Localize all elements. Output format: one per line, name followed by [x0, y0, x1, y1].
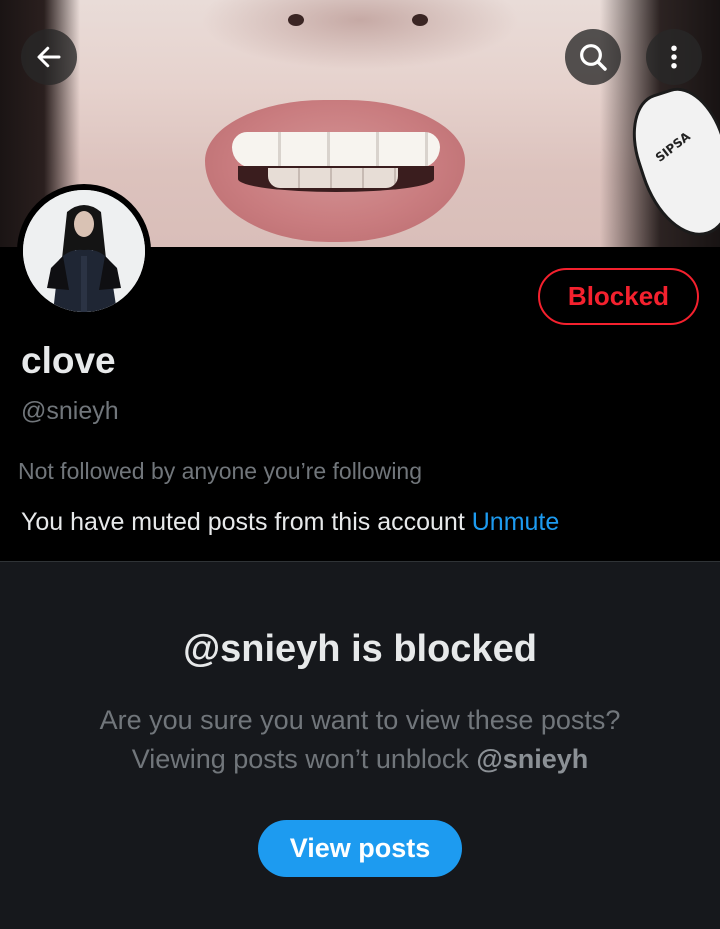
display-name: clove: [21, 340, 116, 381]
search-button[interactable]: [565, 29, 621, 85]
blocked-description-text: Viewing posts won’t unblock: [131, 744, 477, 774]
banner-upper-teeth: [232, 132, 440, 168]
followers-you-know-note: Not followed by anyone you’re following: [18, 458, 423, 484]
arrow-left-icon: [37, 46, 61, 68]
banner-nostril-right: [412, 14, 428, 26]
more-options-button[interactable]: [646, 29, 702, 85]
blocked-description-line-1: Are you sure you want to view these post…: [99, 705, 621, 735]
back-button[interactable]: [21, 29, 77, 85]
banner-nose: [200, 0, 520, 70]
more-vertical-icon: [671, 45, 677, 69]
profile-avatar[interactable]: [17, 184, 151, 318]
search-icon: [580, 44, 607, 71]
blocked-title: @snieyh is blocked: [183, 628, 537, 670]
muted-notice-text: You have muted posts from this account: [21, 508, 465, 536]
blocked-description-line-2: Viewing posts won’t unblock @snieyh: [0, 744, 720, 775]
avatar-photo: [23, 190, 145, 312]
blocked-button[interactable]: Blocked: [538, 268, 699, 325]
unmute-link[interactable]: Unmute: [472, 508, 560, 536]
muted-notice: You have muted posts from this account U…: [21, 508, 559, 537]
blocked-description-handle: @snieyh: [476, 744, 589, 774]
banner-lower-teeth: [268, 168, 398, 188]
profile-handle: @snieyh: [21, 397, 119, 425]
view-posts-button[interactable]: View posts: [258, 820, 462, 877]
avatar-person-illustration: [23, 190, 145, 312]
banner-nostril-left: [288, 14, 304, 26]
